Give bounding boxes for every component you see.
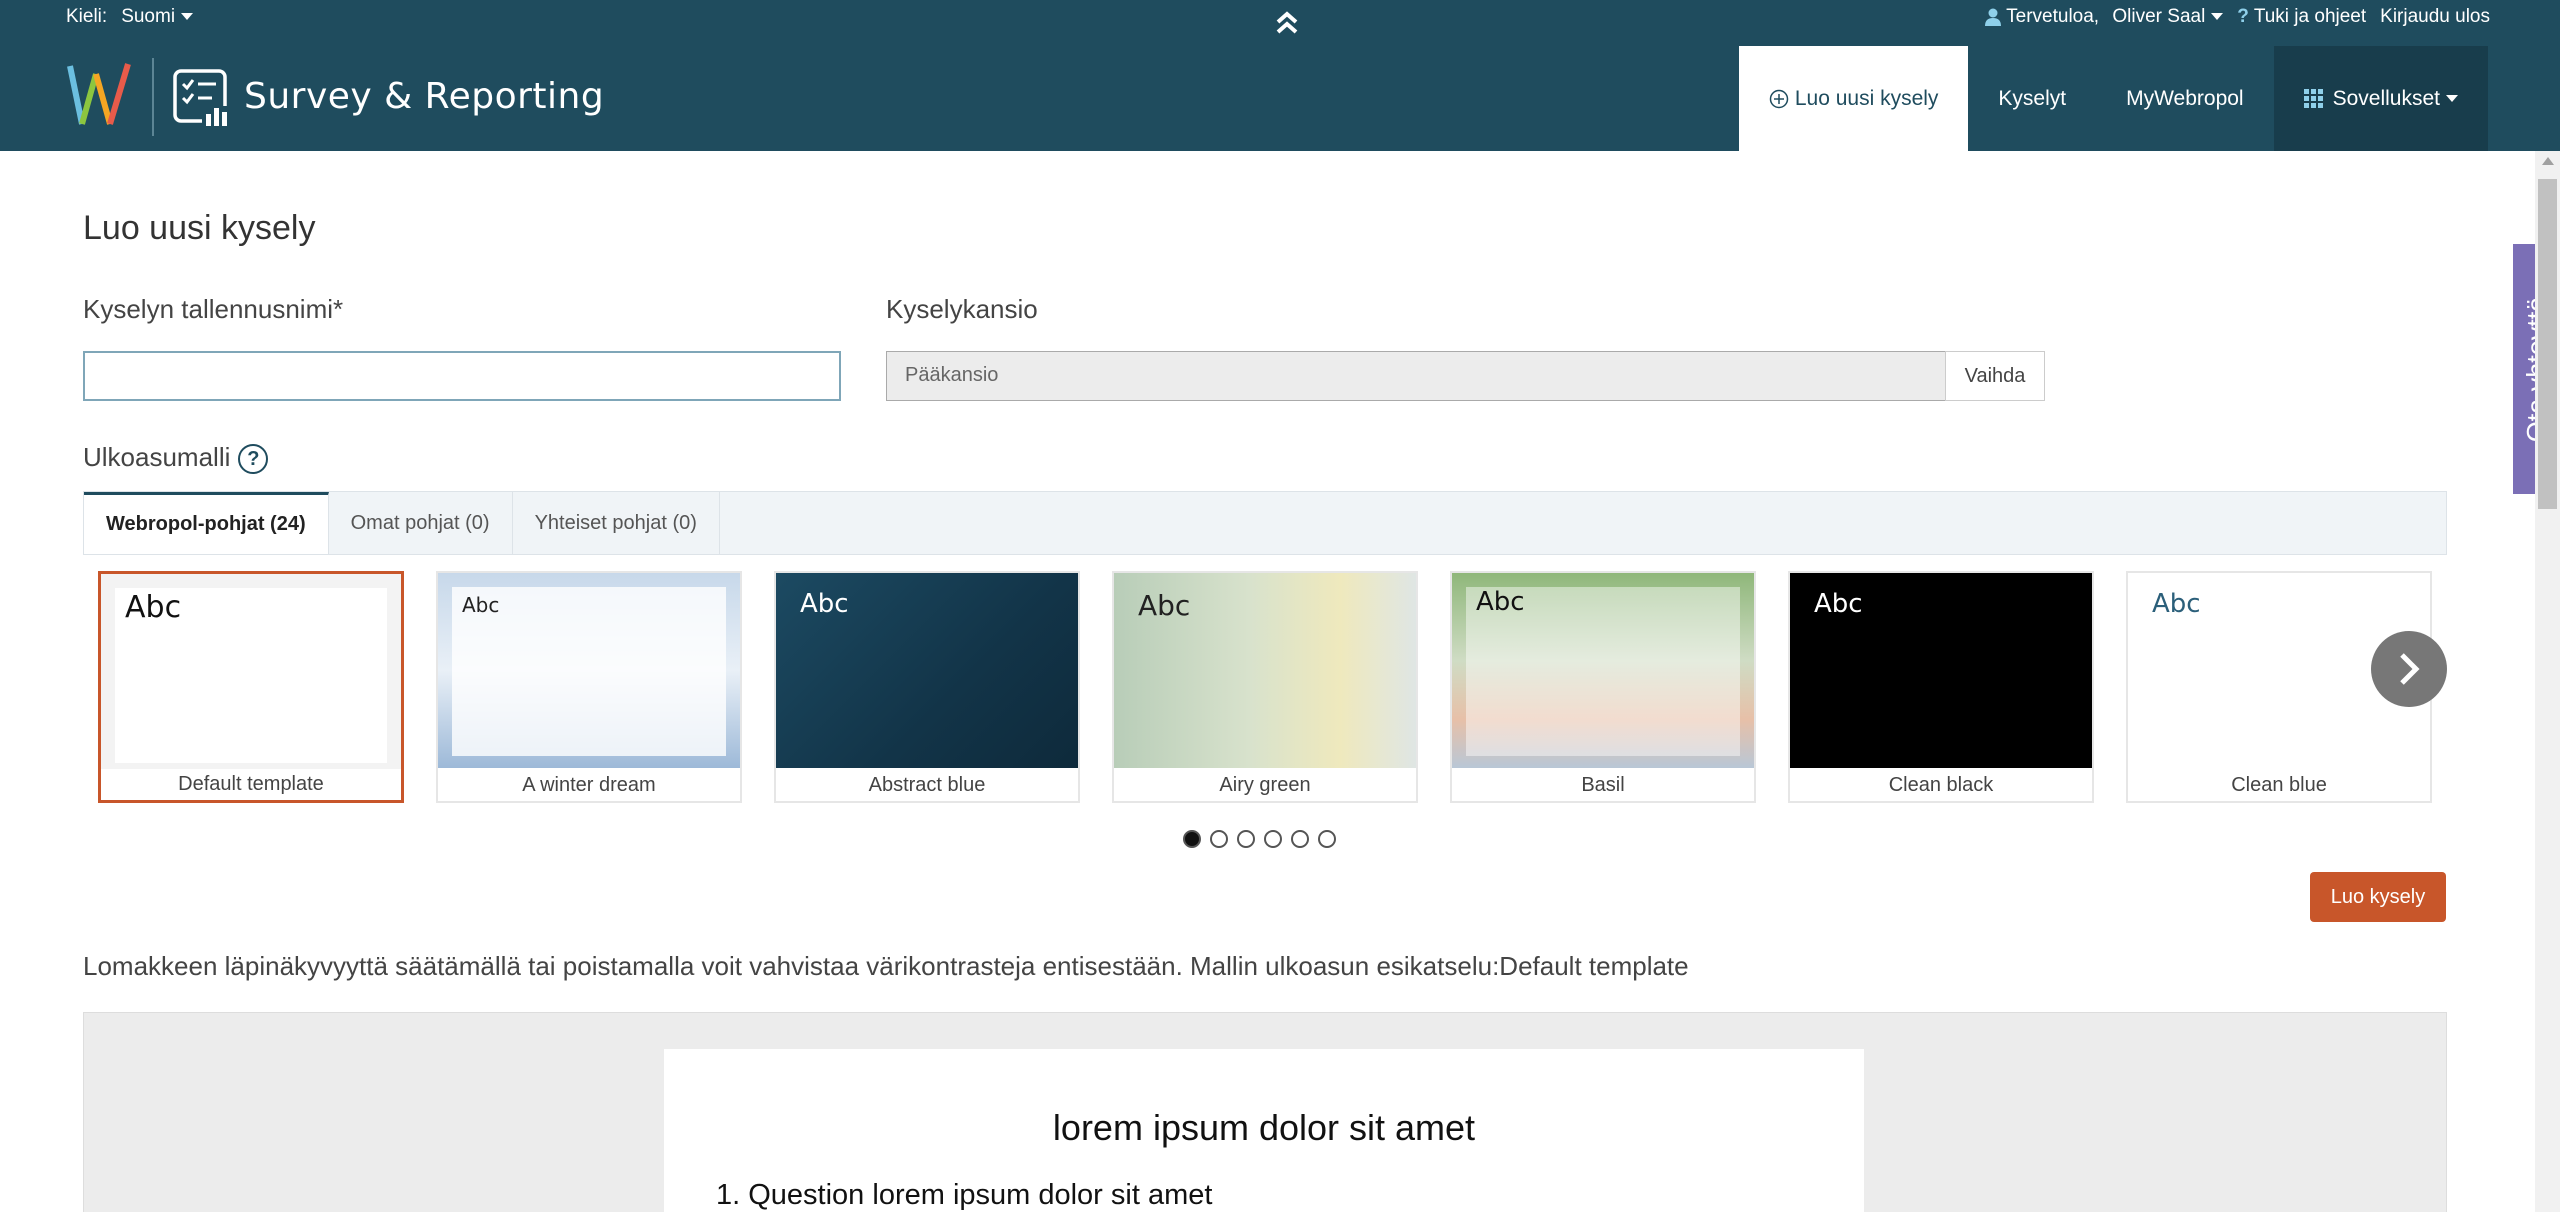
carousel-dot[interactable]: [1237, 830, 1255, 848]
chevron-right-icon: [2400, 653, 2420, 685]
template-thumbnail: Abc: [438, 573, 740, 768]
survey-name-label: Kyselyn tallennusnimi*: [83, 294, 344, 324]
template-thumbnail: Abc: [776, 573, 1078, 768]
grid-icon: [2303, 89, 2323, 108]
carousel-dot[interactable]: [1318, 830, 1336, 848]
template-sample-text: Abc: [462, 593, 500, 617]
language-selector[interactable]: Kieli: Suomi: [66, 6, 194, 28]
template-sample-text: Abc: [1476, 587, 1525, 617]
top-utility-bar: Kieli: Suomi Tervetuloa, Oliver Saal ? T…: [0, 0, 2560, 46]
survey-folder-field: Pääkansio: [886, 351, 1946, 401]
tab-webropol-templates[interactable]: Webropol-pohjat (24): [84, 492, 329, 554]
nav-surveys[interactable]: Kyselyt: [1968, 46, 2096, 151]
template-carousel: Abc Default template Abc A winter dream …: [98, 571, 2438, 806]
nav-apps-label: Sovellukset: [2332, 86, 2440, 110]
template-name: Airy green: [1219, 774, 1311, 796]
template-sample-text: Abc: [125, 590, 182, 625]
preview-info-text: Lomakkeen läpinäkyvyyttä säätämällä tai …: [83, 951, 1689, 981]
template-thumbnail: Abc: [1114, 573, 1416, 768]
page-title: Luo uusi kysely: [83, 209, 316, 247]
template-card-default[interactable]: Abc Default template: [98, 571, 404, 803]
main-nav: Luo uusi kysely Kyselyt MyWebropol Sovel…: [1738, 46, 2488, 151]
carousel-pagination: [1183, 830, 1336, 848]
template-name: Basil: [1581, 774, 1625, 796]
user-menu[interactable]: Tervetuloa, Oliver Saal: [1985, 6, 2224, 28]
nav-create-label: Luo uusi kysely: [1794, 86, 1939, 110]
template-name: Abstract blue: [868, 774, 986, 796]
preview-question: 1. Question lorem ipsum dolor sit amet: [716, 1179, 1213, 1211]
main-header: Survey & Reporting Luo uusi kysely Kysel…: [0, 46, 2560, 151]
template-card-airy-green[interactable]: Abc Airy green: [1112, 571, 1418, 803]
preview-title: lorem ipsum dolor sit amet: [1052, 1107, 1476, 1148]
template-thumbnail: Abc: [1452, 573, 1754, 768]
scrollbar-thumb[interactable]: [2538, 179, 2557, 509]
user-icon: [1985, 8, 2002, 26]
scroll-up-arrow-icon[interactable]: [2542, 157, 2554, 165]
layout-label: Ulkoasumalli?: [83, 442, 269, 475]
template-card-winter-dream[interactable]: Abc A winter dream: [436, 571, 742, 803]
webropol-logo[interactable]: [66, 60, 136, 130]
template-name: Clean black: [1888, 774, 1994, 796]
help-label: Tuki ja ohjeet: [2253, 6, 2367, 27]
nav-mywebropol[interactable]: MyWebropol: [2096, 46, 2274, 151]
collapse-header-icon[interactable]: [1272, 8, 1302, 38]
template-name: Clean blue: [2231, 774, 2327, 796]
template-sample-text: Abc: [2152, 589, 2201, 619]
template-card-basil[interactable]: Abc Basil: [1450, 571, 1756, 803]
carousel-next-button[interactable]: [2371, 631, 2447, 707]
template-name: Default template: [178, 773, 324, 795]
template-sample-text: Abc: [1138, 589, 1191, 622]
help-link[interactable]: ? Tuki ja ohjeet: [2237, 6, 2366, 28]
chevron-down-icon: [2446, 95, 2458, 102]
help-icon[interactable]: ?: [238, 444, 269, 475]
carousel-dot[interactable]: [1291, 830, 1309, 848]
template-sample-text: Abc: [800, 589, 849, 619]
plus-circle-icon: [1769, 89, 1789, 108]
question-icon: ?: [2237, 6, 2249, 27]
chevron-down-icon: [181, 13, 194, 21]
brand-title: Survey & Reporting: [244, 76, 605, 117]
carousel-dot[interactable]: [1264, 830, 1282, 848]
nav-create-survey[interactable]: Luo uusi kysely: [1738, 46, 1969, 151]
template-sample-text: Abc: [1814, 589, 1863, 619]
template-card-abstract-blue[interactable]: Abc Abstract blue: [774, 571, 1080, 803]
page-scrollbar[interactable]: [2535, 151, 2560, 1212]
layout-label-text: Ulkoasumalli: [83, 442, 231, 472]
language-label: Kieli:: [66, 6, 108, 27]
survey-folder-label: Kyselykansio: [886, 294, 1038, 324]
template-card-clean-black[interactable]: Abc Clean black: [1788, 571, 2094, 803]
carousel-dot[interactable]: [1210, 830, 1228, 848]
user-name: Oliver Saal: [2112, 6, 2206, 27]
template-name: A winter dream: [522, 774, 656, 796]
logout-link[interactable]: Kirjaudu ulos: [2380, 6, 2490, 28]
template-thumbnail: Abc: [1790, 573, 2092, 768]
preview-card: lorem ipsum dolor sit amet 1. Question l…: [664, 1049, 1864, 1212]
chevron-down-icon: [2211, 13, 2224, 21]
template-preview: lorem ipsum dolor sit amet 1. Question l…: [83, 1012, 2447, 1212]
change-folder-button[interactable]: Vaihda: [1945, 351, 2045, 401]
create-survey-button[interactable]: Luo kysely: [2310, 872, 2446, 922]
survey-app-icon: [172, 68, 232, 128]
survey-name-input[interactable]: [83, 351, 841, 401]
tab-shared-templates[interactable]: Yhteiset pohjat (0): [513, 492, 720, 554]
tab-own-templates[interactable]: Omat pohjat (0): [329, 492, 513, 554]
language-value[interactable]: Suomi: [121, 6, 194, 28]
logo-divider: [152, 58, 154, 136]
template-tabs: Webropol-pohjat (24) Omat pohjat (0) Yht…: [83, 491, 2447, 555]
welcome-text: Tervetuloa,: [2006, 6, 2100, 27]
template-thumbnail: Abc: [101, 574, 401, 769]
carousel-dot[interactable]: [1183, 830, 1201, 848]
nav-apps[interactable]: Sovellukset: [2273, 46, 2488, 151]
